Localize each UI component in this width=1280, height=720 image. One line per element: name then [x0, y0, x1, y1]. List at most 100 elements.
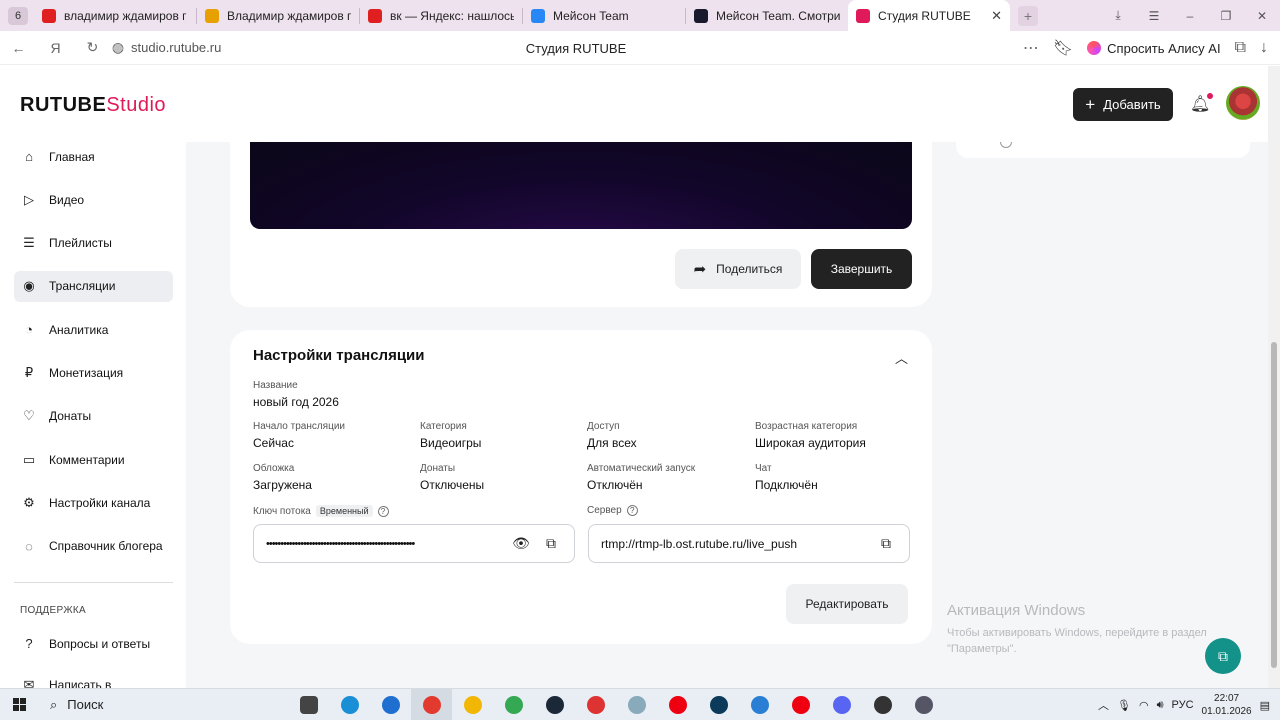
page-scrollbar[interactable] [1268, 66, 1280, 688]
discord-icon[interactable] [821, 689, 862, 720]
server-input[interactable]: rtmp://rtmp-lb.ost.rutube.ru/live_push ⧉ [588, 524, 910, 563]
field-access: Доступ Для всех [587, 421, 637, 450]
address-bar-actions: ⋯ 🔖︎ Спросить Алису AI ⧉ ↓ [1023, 31, 1280, 65]
share-button[interactable]: ➦ Поделиться [675, 249, 801, 289]
terminal-icon[interactable] [698, 689, 739, 720]
yandex-browser-icon[interactable] [411, 688, 452, 720]
sidebar-item[interactable]: ◌ Справочник блогера [14, 531, 173, 562]
taskbar-search[interactable]: ⌕ Поиск [38, 689, 208, 720]
notification-center-icon[interactable]: ▤ [1260, 699, 1270, 712]
support-chat-icon[interactable]: ⧉ [1205, 638, 1241, 674]
rutube-studio-logo[interactable]: RUTUBEStudio [20, 94, 166, 117]
close-tab-icon[interactable]: ✕ [991, 8, 1002, 24]
chrome-icon[interactable] [493, 689, 534, 720]
restore-icon[interactable]: ❐ [1208, 9, 1244, 23]
copy-icon[interactable]: ⧉ [540, 535, 562, 552]
browser-tab[interactable]: Мейсон Team. Смотрите [686, 0, 848, 31]
outlook-icon-glyph [381, 695, 400, 714]
edge-icon[interactable] [329, 689, 370, 720]
sidebar-item[interactable]: ▭ Комментарии [14, 444, 173, 475]
chevron-up-icon[interactable]: ︿ [895, 348, 908, 367]
browser-tab-label: Мейсон Team [553, 8, 629, 23]
sidebar-section-support: ПОДДЕРЖКА [20, 605, 86, 616]
more-icon[interactable]: ⋯ [1023, 38, 1039, 58]
paint-icon[interactable] [575, 689, 616, 720]
main-content: ➦ Поделиться Завершить Настройки трансля… [186, 142, 1268, 688]
sidebar-item[interactable]: ? Вопросы и ответы [14, 628, 173, 659]
notifications-bell-icon[interactable]: 🔔︎ [1190, 93, 1214, 114]
edit-button[interactable]: Редактировать [786, 584, 908, 624]
volume-icon[interactable]: 🔊︎ [1157, 699, 1164, 712]
help-icon[interactable]: ? [377, 505, 389, 517]
sidebar-item[interactable]: ₽ Монетизация [14, 358, 173, 389]
sidebar-item[interactable]: ☰ Плейлисты [14, 228, 173, 259]
add-button[interactable]: + Добавить [1073, 88, 1173, 121]
field-label: Доступ [587, 421, 620, 432]
browser-tab[interactable]: вк — Яндекс: нашлось 1( [360, 0, 522, 31]
obs-icon[interactable] [862, 689, 903, 720]
browser-tab-label: Студия RUTUBE [878, 8, 971, 23]
sidebar-item[interactable]: ⚙ Настройки канала [14, 487, 173, 518]
browser-tab[interactable]: Студия RUTUBE ✕ [848, 0, 1010, 31]
wifi-icon[interactable]: ◠ [1139, 699, 1149, 712]
notepad-icon[interactable] [616, 689, 657, 720]
sidebar-item[interactable]: ✉ Написать в [14, 669, 173, 689]
new-tab-button[interactable]: + [1018, 5, 1038, 26]
download-icon[interactable]: ↓ [1260, 39, 1268, 57]
clock[interactable]: 22:07 01.01.2026 [1202, 692, 1252, 718]
opera-gx-icon[interactable] [780, 689, 821, 720]
scrollbar-thumb[interactable] [1271, 342, 1277, 668]
app-icon[interactable] [903, 689, 944, 720]
sidebar-item-label: Аналитика [49, 322, 109, 337]
sidebar-item-label: Комментарии [49, 452, 125, 467]
sidebar-item-label: Написать в [49, 677, 112, 689]
microphone-icon[interactable]: 🎙︎ [1117, 699, 1131, 712]
task-view-icon[interactable] [288, 689, 329, 720]
downloads-icon[interactable]: ⤓ [1100, 8, 1136, 23]
stream-key-input[interactable]: ••••••••••••••••••••••••••••••••••••••••… [253, 524, 575, 563]
sidebar-item[interactable]: ♡ Донаты [14, 401, 173, 432]
steam-icon[interactable] [534, 689, 575, 720]
file-explorer-icon[interactable] [452, 689, 493, 720]
help-icon[interactable]: ? [626, 505, 638, 516]
extensions-icon[interactable]: ⧉ [1235, 39, 1246, 57]
broadcast-icon: ◉ [23, 278, 35, 294]
copy-icon[interactable]: ⧉ [875, 535, 897, 552]
field-label: Ключ потока [253, 505, 311, 517]
discord-icon-glyph [832, 695, 851, 714]
outlook-icon[interactable] [370, 689, 411, 720]
eye-icon[interactable]: 👁︎ [510, 535, 532, 552]
chevron-up-icon[interactable]: ︿ [1098, 697, 1109, 713]
tab-count-badge[interactable]: 6 [8, 6, 28, 25]
menu-icon[interactable]: ☰ [1136, 9, 1172, 23]
language-indicator[interactable]: РУС [1172, 699, 1194, 711]
ask-alice-button[interactable]: Спросить Алису AI [1087, 41, 1221, 56]
sidebar-divider [14, 582, 173, 583]
browser-tab[interactable]: Владимир ждамиров г б [197, 0, 359, 31]
sidebar-item[interactable]: ▷ Видео [14, 184, 173, 215]
windows-start-icon[interactable] [0, 689, 38, 720]
browser-tab-label: владимир ждамиров г б [64, 8, 188, 23]
photos-icon[interactable] [739, 689, 780, 720]
field-value: Сейчас [253, 436, 294, 450]
browser-tab[interactable]: Мейсон Team [523, 0, 685, 31]
yandex-icon [368, 8, 382, 23]
field-donations: Донаты Отключены [420, 463, 484, 492]
field-age: Возрастная категория Широкая аудитория [755, 421, 866, 450]
sidebar-item[interactable]: ◔ Аналитика [14, 314, 173, 345]
finish-stream-button[interactable]: Завершить [811, 249, 912, 289]
sidebar-item[interactable]: ⌂ Главная [14, 142, 173, 172]
donate-icon: ♡ [23, 408, 35, 424]
server-value: rtmp://rtmp-lb.ost.rutube.ru/live_push [601, 536, 798, 551]
logo-main: RUTUBE [20, 94, 107, 116]
opera-icon[interactable] [657, 689, 698, 720]
close-window-icon[interactable]: ✕ [1244, 9, 1280, 23]
bookmark-icon[interactable]: 🔖︎ [1053, 38, 1073, 58]
browser-tab[interactable]: владимир ждамиров г б [34, 0, 196, 31]
avatar[interactable] [1226, 86, 1260, 120]
field-category: Категория Видеоигры [420, 421, 481, 450]
video-preview[interactable] [250, 142, 912, 229]
sidebar-item[interactable]: ◉ Трансляции [14, 270, 173, 302]
minimize-icon[interactable]: – [1172, 9, 1208, 23]
browser-tab-label: Мейсон Team. Смотрите [716, 8, 840, 23]
